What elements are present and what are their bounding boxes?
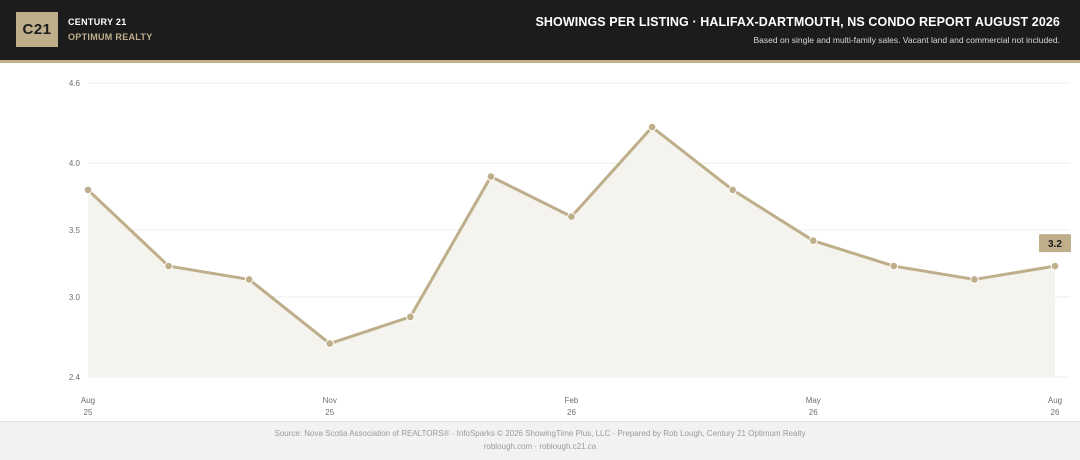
source-credit: Source: Nova Scotia Association of REALT…	[274, 429, 806, 438]
x-tick-month-6: Feb	[565, 396, 579, 405]
data-point-7	[647, 122, 657, 132]
data-point-12	[1050, 261, 1060, 271]
x-tick-month-9: May	[806, 396, 821, 405]
data-point-0	[83, 185, 93, 195]
y-tick-label-1: 4.0	[69, 159, 81, 168]
x-tick-year-9: 26	[809, 408, 818, 417]
x-tick-month-3: Nov	[323, 396, 337, 405]
y-tick-label-4: 2.4	[69, 373, 81, 382]
x-tick-month-0: Aug	[81, 396, 95, 405]
x-tick-month-12: Aug	[1048, 396, 1062, 405]
report-page: C21 CENTURY 21 OPTIMUM REALTY SHOWINGS P…	[0, 0, 1080, 460]
y-tick-label-0: 4.6	[69, 79, 81, 88]
data-point-11	[970, 275, 979, 284]
footer-bar: Source: Nova Scotia Association of REALT…	[0, 421, 1080, 460]
y-tick-label-3: 3.0	[69, 293, 81, 302]
website-links: roblough.com · roblough.c21.ca	[483, 442, 597, 451]
c21-logo: C21	[16, 12, 58, 47]
data-point-8	[728, 185, 737, 195]
brand-name: CENTURY 21	[68, 17, 127, 27]
data-point-10	[889, 261, 899, 271]
data-point-5	[486, 172, 496, 181]
series-area	[88, 127, 1055, 377]
y-tick-label-2: 3.5	[69, 226, 81, 235]
report-title: SHOWINGS PER LISTING · HALIFAX-DARTMOUTH…	[535, 15, 1060, 29]
data-point-6	[567, 212, 576, 221]
showings-line-chart: 4.6 4.0 3.5 3.0 2.4 Aug 25 Nov 25 Feb 26 May 26 Aug 26…	[69, 79, 1071, 417]
data-point-9	[808, 236, 818, 245]
brand-subtitle: OPTIMUM REALTY	[68, 32, 153, 42]
x-tick-year-0: 25	[84, 408, 93, 417]
last-value-label: 3.2	[1048, 239, 1062, 250]
data-point-3	[325, 339, 335, 348]
report-subtitle: Based on single and multi-family sales. …	[753, 35, 1060, 45]
data-point-2	[244, 275, 254, 284]
x-tick-year-6: 26	[567, 408, 576, 417]
data-point-4	[406, 312, 415, 322]
x-tick-year-3: 25	[325, 408, 334, 417]
data-point-1	[164, 261, 173, 271]
x-tick-year-12: 26	[1051, 408, 1060, 417]
header-bar: C21 CENTURY 21 OPTIMUM REALTY SHOWINGS P…	[0, 0, 1080, 63]
